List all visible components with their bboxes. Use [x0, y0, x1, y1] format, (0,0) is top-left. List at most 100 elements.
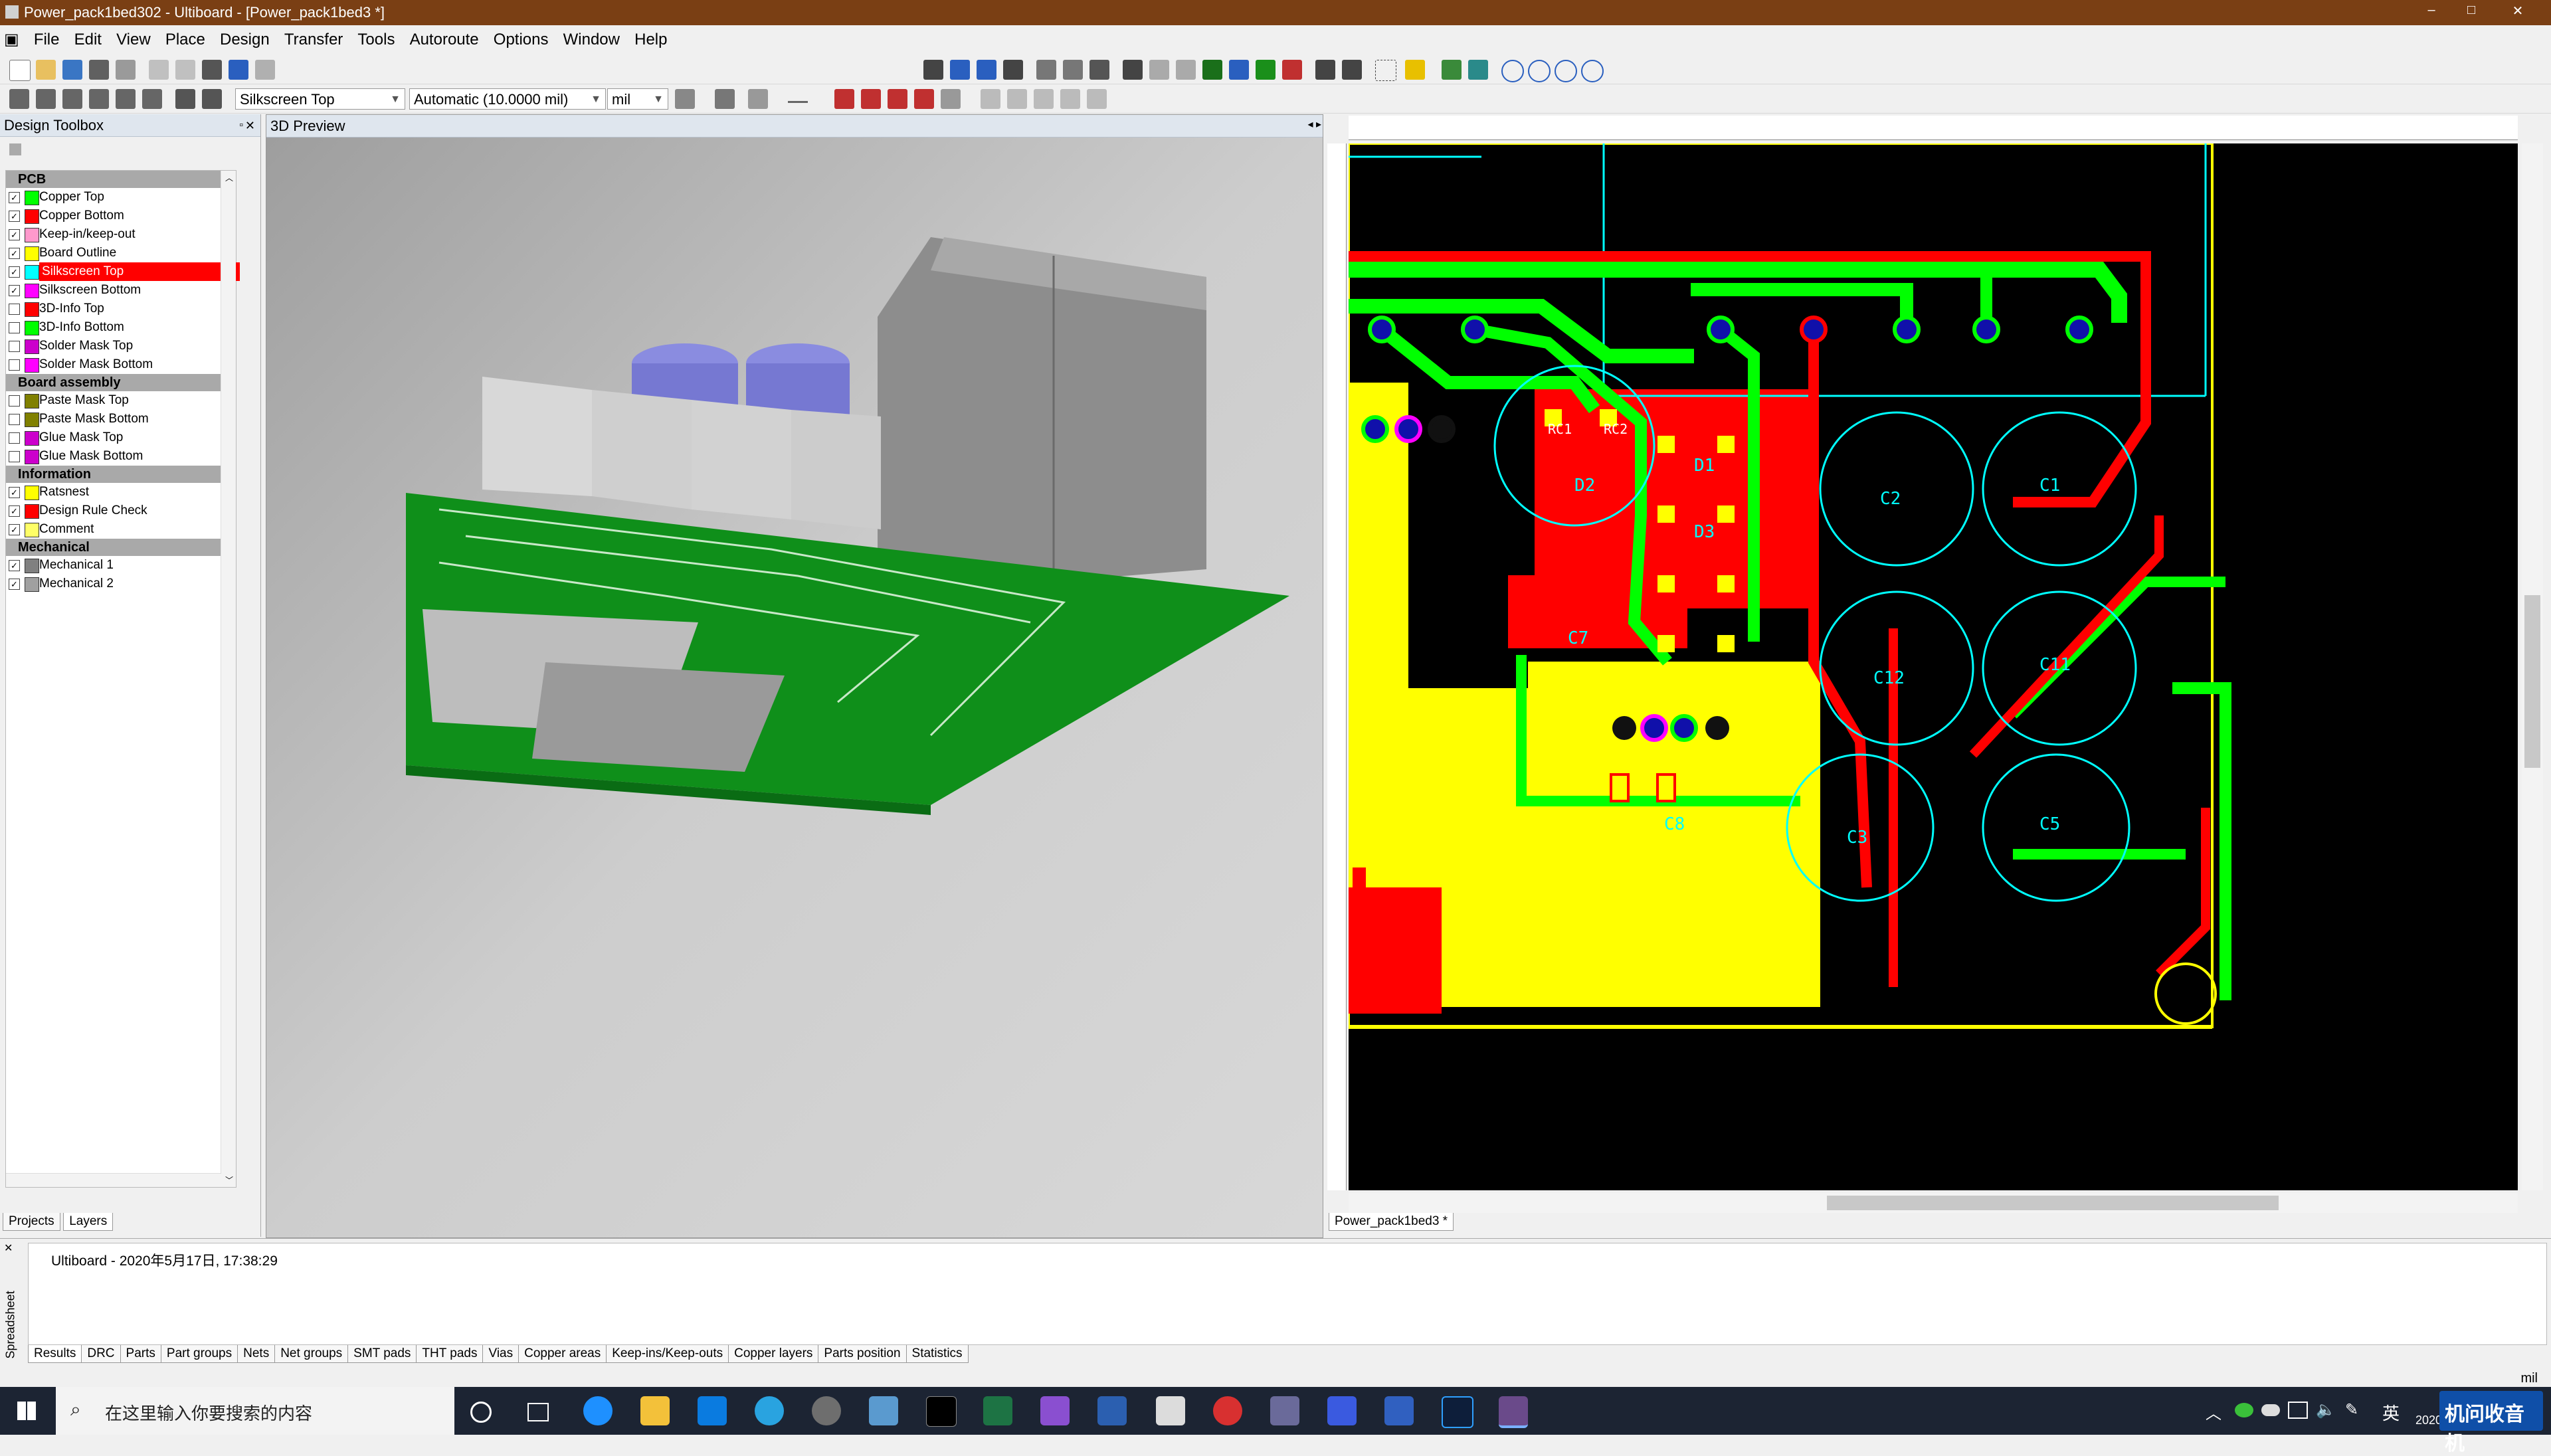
- app-icon-2[interactable]: [869, 1396, 898, 1425]
- pcb-ref-label[interactable]: C1: [2039, 476, 2060, 496]
- layer-row[interactable]: ✓ Silkscreen Top: [6, 262, 240, 281]
- pcb-ref-label[interactable]: C11: [2039, 655, 2071, 675]
- app-icon-4[interactable]: [1270, 1396, 1299, 1425]
- pcb-ref-label[interactable]: C7: [1568, 628, 1588, 648]
- pcb-vertical-scrollbar[interactable]: [2522, 143, 2543, 1190]
- layer-row[interactable]: 3D-Info Bottom: [6, 318, 236, 337]
- spreadsheet-tab[interactable]: Keep-ins/Keep-outs: [606, 1345, 729, 1363]
- tab-layers[interactable]: Layers: [63, 1213, 114, 1231]
- layer-color-swatch[interactable]: [25, 394, 39, 409]
- layer-row[interactable]: ✓ Mechanical 1: [6, 556, 236, 575]
- pcb-ref-label[interactable]: D1: [1694, 456, 1715, 476]
- network-icon[interactable]: [2288, 1402, 2308, 1419]
- spreadsheet-tab[interactable]: DRC: [81, 1345, 121, 1363]
- app-icon-5[interactable]: [1327, 1396, 1357, 1425]
- text-icon[interactable]: [1315, 60, 1335, 80]
- layer-visibility-checkbox[interactable]: [9, 359, 20, 371]
- filter-parts-icon[interactable]: [36, 89, 56, 109]
- open-icon[interactable]: [36, 60, 56, 80]
- place-icon[interactable]: [981, 89, 1000, 109]
- 3d-preview-viewport[interactable]: [266, 137, 1323, 1237]
- fill-color-icon[interactable]: [715, 89, 735, 109]
- layer-visibility-checkbox[interactable]: ✓: [9, 211, 20, 222]
- measure-icon[interactable]: [1342, 60, 1362, 80]
- layer-visibility-checkbox[interactable]: ✓: [9, 248, 20, 259]
- menu-view[interactable]: View: [111, 25, 156, 54]
- layer-row[interactable]: Glue Mask Bottom: [6, 447, 236, 466]
- menu-transfer[interactable]: Transfer: [279, 25, 348, 54]
- layer-visibility-checkbox[interactable]: [9, 304, 20, 315]
- pcb-ref-label[interactable]: C3: [1847, 828, 1867, 848]
- zoom-select-icon[interactable]: [1581, 60, 1604, 82]
- app-icon-1[interactable]: [812, 1396, 841, 1425]
- label-icon[interactable]: [1007, 89, 1027, 109]
- windows-start-icon[interactable]: [17, 1402, 36, 1420]
- filter-traces-icon[interactable]: [62, 89, 82, 109]
- autoroute-icon[interactable]: [1202, 60, 1222, 80]
- new-icon[interactable]: [9, 60, 31, 81]
- pen-icon[interactable]: ✎: [2345, 1400, 2358, 1419]
- layer-row[interactable]: Paste Mask Bottom: [6, 410, 236, 428]
- minimize-button[interactable]: –: [2411, 3, 2451, 23]
- menu-edit[interactable]: Edit: [69, 25, 107, 54]
- spreadsheet-tab[interactable]: Parts: [120, 1345, 161, 1363]
- store-icon[interactable]: [698, 1396, 727, 1425]
- menu-design[interactable]: Design: [215, 25, 275, 54]
- spreadsheet-tab[interactable]: Copper areas: [518, 1345, 607, 1363]
- pin-icon[interactable]: ▫: [239, 114, 243, 137]
- layer-color-swatch[interactable]: [25, 228, 39, 242]
- spreadsheet-tab[interactable]: Results: [28, 1345, 82, 1363]
- menu-autoroute[interactable]: Autoroute: [405, 25, 484, 54]
- layer-group-header[interactable]: Information: [6, 466, 236, 483]
- scroll-thumb[interactable]: [2524, 595, 2540, 768]
- filter-other-icon[interactable]: [175, 89, 195, 109]
- help-icon[interactable]: [1405, 60, 1425, 80]
- layer-visibility-checkbox[interactable]: ✓: [9, 285, 20, 296]
- menu-window[interactable]: Window: [558, 25, 625, 54]
- pcb-ref-label[interactable]: C2: [1880, 489, 1901, 509]
- app-icon-3[interactable]: [1213, 1396, 1242, 1425]
- net-highlight-icon[interactable]: [914, 89, 934, 109]
- word-icon[interactable]: [1097, 1396, 1127, 1425]
- terminal-icon[interactable]: [926, 1396, 957, 1427]
- group-icon[interactable]: [1003, 60, 1023, 80]
- pcb-ref-label[interactable]: C5: [2039, 814, 2060, 834]
- close-icon[interactable]: ✕: [245, 114, 255, 137]
- layer-row[interactable]: ✓ Copper Bottom: [6, 207, 236, 225]
- spreadsheet-icon[interactable]: [977, 60, 996, 80]
- menu-place[interactable]: Place: [160, 25, 211, 54]
- layer-visibility-checkbox[interactable]: [9, 322, 20, 333]
- spreadsheet-tab[interactable]: Copper layers: [728, 1345, 819, 1363]
- pcb-canvas[interactable]: RC1 RC2 D2 D1 D3 C7 C2 C1 C11 C12 C3 C5 C8: [1349, 143, 2518, 1190]
- layer-color-swatch[interactable]: [25, 246, 39, 261]
- layer-visibility-checkbox[interactable]: [9, 341, 20, 352]
- layer-select[interactable]: Silkscreen Top ▼: [235, 88, 405, 110]
- scroll-down-icon[interactable]: ﹀: [225, 1174, 233, 1186]
- align-icon[interactable]: [1089, 60, 1109, 80]
- spreadsheet-tab[interactable]: THT pads: [416, 1345, 484, 1363]
- remote-desktop-icon[interactable]: [1156, 1396, 1185, 1425]
- layer-color-swatch[interactable]: [25, 209, 39, 224]
- menu-tools[interactable]: Tools: [352, 25, 400, 54]
- spreadsheet-tab[interactable]: Vias: [482, 1345, 520, 1363]
- zoom-in-icon[interactable]: [1501, 60, 1524, 82]
- spreadsheet-tab[interactable]: Part groups: [160, 1345, 238, 1363]
- layer-visibility-checkbox[interactable]: ✓: [9, 266, 20, 278]
- toolbox-settings-icon[interactable]: [9, 143, 21, 155]
- pcb-ref-label[interactable]: D3: [1694, 522, 1715, 542]
- mirror-icon[interactable]: [1034, 89, 1054, 109]
- layer-group-header[interactable]: Board assembly: [6, 374, 236, 391]
- layer-row[interactable]: ✓ Board Outline: [6, 244, 236, 262]
- layer-row[interactable]: Glue Mask Top: [6, 428, 236, 447]
- filter-copper-icon[interactable]: [142, 89, 162, 109]
- layer-color-swatch[interactable]: [25, 284, 39, 298]
- print-icon[interactable]: [116, 60, 136, 80]
- cloud-icon[interactable]: [2261, 1404, 2280, 1416]
- lock-icon[interactable]: [1087, 89, 1107, 109]
- ime-indicator[interactable]: 英: [2382, 1400, 2400, 1425]
- open-folder-icon[interactable]: [62, 60, 82, 80]
- autoplace-icon[interactable]: [1229, 60, 1249, 80]
- layer-visibility-checkbox[interactable]: ✓: [9, 192, 20, 203]
- layer-visibility-checkbox[interactable]: [9, 395, 20, 407]
- follow-me-icon[interactable]: [1149, 60, 1169, 80]
